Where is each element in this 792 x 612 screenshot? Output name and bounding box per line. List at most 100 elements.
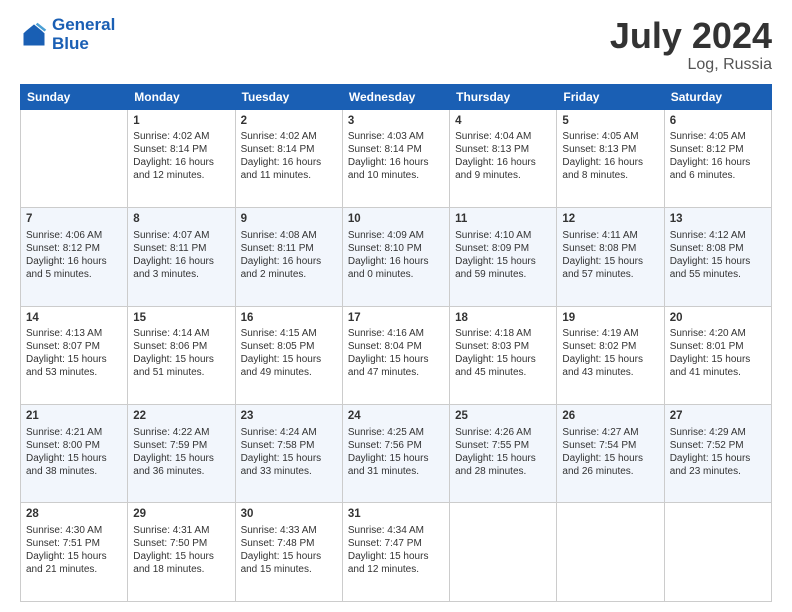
cell-content: Sunrise: 4:03 AM Sunset: 8:14 PM Dayligh… xyxy=(348,130,444,182)
daylight: Daylight: 16 hours and 2 minutes. xyxy=(241,256,322,280)
cell-content: Sunrise: 4:10 AM Sunset: 8:09 PM Dayligh… xyxy=(455,229,551,281)
sunrise: Sunrise: 4:05 AM xyxy=(670,131,746,142)
table-cell: 12 Sunrise: 4:11 AM Sunset: 8:08 PM Dayl… xyxy=(557,208,664,306)
day-number: 22 xyxy=(133,409,229,425)
sunset: Sunset: 8:12 PM xyxy=(670,144,744,155)
day-number: 3 xyxy=(348,114,444,130)
sunset: Sunset: 8:12 PM xyxy=(26,243,100,254)
day-number: 15 xyxy=(133,311,229,327)
title-block: July 2024 Log, Russia xyxy=(610,16,772,74)
daylight: Daylight: 15 hours and 18 minutes. xyxy=(133,551,214,575)
day-number: 17 xyxy=(348,311,444,327)
sunset: Sunset: 7:58 PM xyxy=(241,440,315,451)
cell-content: Sunrise: 4:13 AM Sunset: 8:07 PM Dayligh… xyxy=(26,327,122,379)
sunset: Sunset: 7:52 PM xyxy=(670,440,744,451)
sunrise: Sunrise: 4:19 AM xyxy=(562,328,638,339)
daylight: Daylight: 15 hours and 26 minutes. xyxy=(562,453,643,477)
day-number: 1 xyxy=(133,114,229,130)
cell-content: Sunrise: 4:15 AM Sunset: 8:05 PM Dayligh… xyxy=(241,327,337,379)
sunset: Sunset: 7:59 PM xyxy=(133,440,207,451)
day-number: 19 xyxy=(562,311,658,327)
sunset: Sunset: 8:01 PM xyxy=(670,341,744,352)
daylight: Daylight: 15 hours and 51 minutes. xyxy=(133,354,214,378)
cell-content: Sunrise: 4:16 AM Sunset: 8:04 PM Dayligh… xyxy=(348,327,444,379)
cell-content: Sunrise: 4:18 AM Sunset: 8:03 PM Dayligh… xyxy=(455,327,551,379)
logo-text: General Blue xyxy=(52,16,115,53)
sunrise: Sunrise: 4:26 AM xyxy=(455,427,531,438)
table-cell: 4 Sunrise: 4:04 AM Sunset: 8:13 PM Dayli… xyxy=(450,109,557,207)
day-number: 5 xyxy=(562,114,658,130)
location: Log, Russia xyxy=(610,56,772,74)
table-cell: 3 Sunrise: 4:03 AM Sunset: 8:14 PM Dayli… xyxy=(342,109,449,207)
sunrise: Sunrise: 4:14 AM xyxy=(133,328,209,339)
header: General Blue July 2024 Log, Russia xyxy=(20,16,772,74)
sunrise: Sunrise: 4:21 AM xyxy=(26,427,102,438)
cell-content: Sunrise: 4:34 AM Sunset: 7:47 PM Dayligh… xyxy=(348,524,444,576)
day-number: 26 xyxy=(562,409,658,425)
sunrise: Sunrise: 4:07 AM xyxy=(133,230,209,241)
sunset: Sunset: 8:08 PM xyxy=(670,243,744,254)
sunset: Sunset: 7:55 PM xyxy=(455,440,529,451)
daylight: Daylight: 15 hours and 57 minutes. xyxy=(562,256,643,280)
table-cell: 2 Sunrise: 4:02 AM Sunset: 8:14 PM Dayli… xyxy=(235,109,342,207)
table-cell: 20 Sunrise: 4:20 AM Sunset: 8:01 PM Dayl… xyxy=(664,306,771,404)
cell-content: Sunrise: 4:14 AM Sunset: 8:06 PM Dayligh… xyxy=(133,327,229,379)
cell-content: Sunrise: 4:05 AM Sunset: 8:12 PM Dayligh… xyxy=(670,130,766,182)
day-number: 9 xyxy=(241,212,337,228)
cell-content: Sunrise: 4:04 AM Sunset: 8:13 PM Dayligh… xyxy=(455,130,551,182)
daylight: Daylight: 15 hours and 49 minutes. xyxy=(241,354,322,378)
daylight: Daylight: 16 hours and 0 minutes. xyxy=(348,256,429,280)
table-cell: 16 Sunrise: 4:15 AM Sunset: 8:05 PM Dayl… xyxy=(235,306,342,404)
table-cell: 29 Sunrise: 4:31 AM Sunset: 7:50 PM Dayl… xyxy=(128,503,235,602)
table-cell: 13 Sunrise: 4:12 AM Sunset: 8:08 PM Dayl… xyxy=(664,208,771,306)
sunrise: Sunrise: 4:24 AM xyxy=(241,427,317,438)
day-number: 30 xyxy=(241,507,337,523)
sunset: Sunset: 8:04 PM xyxy=(348,341,422,352)
sunset: Sunset: 8:11 PM xyxy=(133,243,206,254)
sunrise: Sunrise: 4:16 AM xyxy=(348,328,424,339)
daylight: Daylight: 15 hours and 15 minutes. xyxy=(241,551,322,575)
sunrise: Sunrise: 4:03 AM xyxy=(348,131,424,142)
day-number: 16 xyxy=(241,311,337,327)
table-cell xyxy=(450,503,557,602)
sunrise: Sunrise: 4:12 AM xyxy=(670,230,746,241)
logo: General Blue xyxy=(20,16,115,53)
calendar-table: Sunday Monday Tuesday Wednesday Thursday… xyxy=(20,84,772,602)
cell-content: Sunrise: 4:06 AM Sunset: 8:12 PM Dayligh… xyxy=(26,229,122,281)
daylight: Daylight: 15 hours and 28 minutes. xyxy=(455,453,536,477)
sunrise: Sunrise: 4:02 AM xyxy=(133,131,209,142)
sunrise: Sunrise: 4:18 AM xyxy=(455,328,531,339)
daylight: Daylight: 15 hours and 36 minutes. xyxy=(133,453,214,477)
col-thursday: Thursday xyxy=(450,84,557,109)
sunrise: Sunrise: 4:05 AM xyxy=(562,131,638,142)
sunrise: Sunrise: 4:15 AM xyxy=(241,328,317,339)
cell-content: Sunrise: 4:02 AM Sunset: 8:14 PM Dayligh… xyxy=(241,130,337,182)
table-cell: 26 Sunrise: 4:27 AM Sunset: 7:54 PM Dayl… xyxy=(557,405,664,503)
cell-content: Sunrise: 4:31 AM Sunset: 7:50 PM Dayligh… xyxy=(133,524,229,576)
day-number: 28 xyxy=(26,507,122,523)
sunrise: Sunrise: 4:04 AM xyxy=(455,131,531,142)
day-number: 10 xyxy=(348,212,444,228)
sunset: Sunset: 8:14 PM xyxy=(133,144,207,155)
daylight: Daylight: 15 hours and 53 minutes. xyxy=(26,354,107,378)
day-number: 14 xyxy=(26,311,122,327)
table-cell: 21 Sunrise: 4:21 AM Sunset: 8:00 PM Dayl… xyxy=(21,405,128,503)
table-cell xyxy=(664,503,771,602)
sunset: Sunset: 8:10 PM xyxy=(348,243,422,254)
cell-content: Sunrise: 4:19 AM Sunset: 8:02 PM Dayligh… xyxy=(562,327,658,379)
day-number: 12 xyxy=(562,212,658,228)
daylight: Daylight: 15 hours and 59 minutes. xyxy=(455,256,536,280)
daylight: Daylight: 15 hours and 43 minutes. xyxy=(562,354,643,378)
sunset: Sunset: 7:48 PM xyxy=(241,538,315,549)
sunset: Sunset: 8:13 PM xyxy=(562,144,636,155)
col-sunday: Sunday xyxy=(21,84,128,109)
daylight: Daylight: 15 hours and 45 minutes. xyxy=(455,354,536,378)
sunrise: Sunrise: 4:06 AM xyxy=(26,230,102,241)
cell-content: Sunrise: 4:09 AM Sunset: 8:10 PM Dayligh… xyxy=(348,229,444,281)
sunset: Sunset: 8:11 PM xyxy=(241,243,314,254)
cell-content: Sunrise: 4:26 AM Sunset: 7:55 PM Dayligh… xyxy=(455,426,551,478)
day-number: 18 xyxy=(455,311,551,327)
sunrise: Sunrise: 4:11 AM xyxy=(562,230,637,241)
daylight: Daylight: 15 hours and 21 minutes. xyxy=(26,551,107,575)
col-friday: Friday xyxy=(557,84,664,109)
